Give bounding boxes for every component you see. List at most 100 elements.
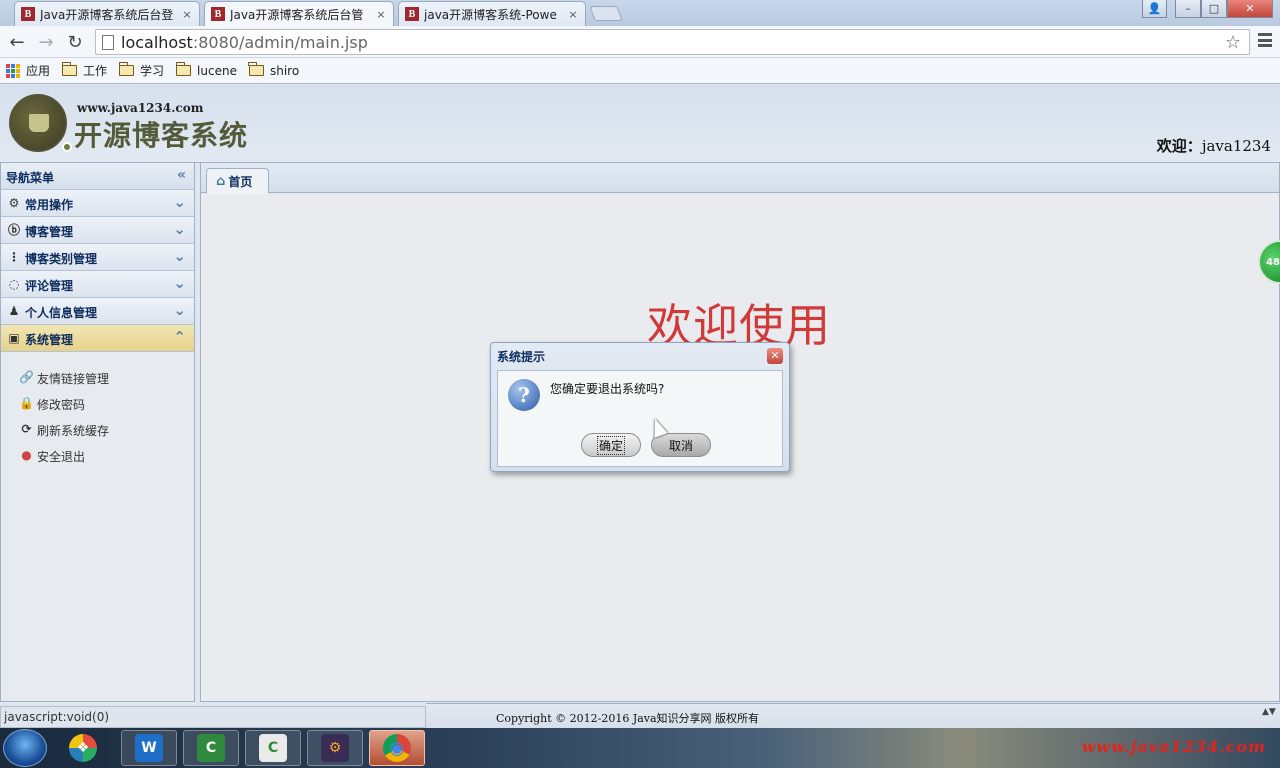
blog-favicon-icon: B <box>405 7 419 21</box>
folder-icon <box>175 62 192 76</box>
taskbar-wps-writer[interactable]: W <box>121 730 177 766</box>
tab-home[interactable]: ⌂ 首页 <box>206 168 269 194</box>
address-host: localhost <box>121 32 193 52</box>
chevron-down-icon: ⌄ <box>173 301 186 319</box>
bookmark-star-icon[interactable]: ☆ <box>1225 32 1241 53</box>
camtasia-icon: C <box>197 734 225 762</box>
forward-button[interactable]: → <box>35 31 57 53</box>
menu-item-refresh-cache[interactable]: ⟳ 刷新系统缓存 <box>1 417 194 443</box>
address-bar[interactable]: localhost:8080/admin/main.jsp ☆ <box>95 29 1250 55</box>
start-orb-icon[interactable] <box>3 729 47 767</box>
menu-item-change-password[interactable]: 🔒 修改密码 <box>1 391 194 417</box>
apps-grid-icon <box>6 63 20 78</box>
wps-writer-icon: W <box>135 734 163 762</box>
menu-item-label: 友情链接管理 <box>37 371 110 386</box>
nav-section-label: 博客类别管理 <box>25 252 98 266</box>
bookmark-apps[interactable]: 应用 <box>6 62 50 79</box>
tab-close-icon[interactable]: × <box>375 8 387 21</box>
close-window-button[interactable]: ✕ <box>1227 0 1273 18</box>
dialog-message: 您确定要退出系统吗? <box>550 382 665 396</box>
nav-title: 导航菜单 « <box>1 163 194 190</box>
confirm-label: 确定 <box>596 435 625 455</box>
tab-close-icon[interactable]: × <box>567 8 579 21</box>
taskbar-window-switcher[interactable]: ❖ <box>55 730 111 766</box>
copyright-text: Copyright © 2012-2016 Java知识分享网 版权所有 <box>496 712 760 725</box>
dialog-close-icon[interactable]: ✕ <box>767 348 783 364</box>
nav-section-label: 系统管理 <box>25 333 74 347</box>
gear-icon: ⚙ <box>8 196 20 210</box>
bookmark-folder-work[interactable]: 工作 <box>61 62 107 79</box>
maximize-button[interactable]: □ <box>1201 0 1227 18</box>
system-submenu: 🔗 友情链接管理 🔒 修改密码 ⟳ 刷新系统缓存 ● 安全退出 <box>1 352 194 469</box>
javaee-ide-icon: ⚙ <box>321 734 349 762</box>
camtasia-player-icon: C <box>259 734 287 762</box>
user-icon: ♟ <box>8 304 20 318</box>
nav-section-label: 评论管理 <box>25 279 74 293</box>
menu-item-label: 修改密码 <box>37 397 86 412</box>
nav-title-label: 导航菜单 <box>6 171 55 185</box>
nav-section-system[interactable]: ▣ 系统管理 ⌃ <box>1 325 194 352</box>
content-tabs: ⌂ 首页 <box>201 163 1279 194</box>
chevron-down-icon: ⌄ <box>173 247 186 265</box>
comment-icon: ◌ <box>8 277 20 291</box>
link-icon: 🔗 <box>19 370 34 384</box>
blog-icon: ⓑ <box>7 223 20 237</box>
nav-section-blog[interactable]: ⓑ 博客管理 ⌄ <box>1 217 194 244</box>
bookmark-label: 应用 <box>26 64 51 78</box>
reload-button[interactable]: ↻ <box>64 31 86 53</box>
nav-section-comment[interactable]: ◌ 评论管理 ⌄ <box>1 271 194 298</box>
nav-section-profile[interactable]: ♟ 个人信息管理 ⌄ <box>1 298 194 325</box>
folder-icon <box>248 62 264 76</box>
cancel-button[interactable]: 取消 <box>651 433 711 457</box>
bookmark-label: shiro <box>269 63 300 78</box>
scroll-arrows-icon[interactable]: ▲▼ <box>1262 707 1276 725</box>
taskbar: ❖ W C C ⚙ ◉ www.java1234.com <box>0 728 1280 768</box>
menu-item-label: 刷新系统缓存 <box>37 423 110 438</box>
nav-section-label: 博客管理 <box>25 225 74 239</box>
bookmark-label: lucene <box>197 63 237 78</box>
bookmarks-bar: 应用 工作 学习 lucene shiro <box>0 58 1280 84</box>
user-icon[interactable]: 👤 <box>1142 0 1167 18</box>
chevron-up-icon: ⌃ <box>173 328 186 346</box>
username: java1234 <box>1201 137 1271 155</box>
bookmark-folder-study[interactable]: 学习 <box>118 62 165 79</box>
menu-item-logout[interactable]: ● 安全退出 <box>1 443 194 469</box>
system-icon: ▣ <box>8 331 20 345</box>
nav-section-common[interactable]: ⚙ 常用操作 ⌄ <box>1 190 194 217</box>
minimize-button[interactable]: – <box>1175 0 1201 18</box>
confirm-button[interactable]: 确定 <box>581 433 641 457</box>
back-button[interactable]: ← <box>6 31 28 53</box>
site-url: www.java1234.com <box>77 101 204 115</box>
dialog-title: 系统提示 <box>497 350 546 364</box>
dialog-body: ? 您确定要退出系统吗? 确定 取消 <box>497 370 783 467</box>
taskbar-camtasia-player[interactable]: C <box>245 730 301 766</box>
bookmark-label: 学习 <box>140 64 165 78</box>
taskbar-chrome[interactable]: ◉ <box>369 730 425 766</box>
bookmark-folder-lucene[interactable]: lucene <box>175 62 237 78</box>
taskbar-camtasia[interactable]: C <box>183 730 239 766</box>
blog-favicon-icon: B <box>21 7 35 21</box>
chevron-down-icon: ⌄ <box>173 274 186 292</box>
new-tab-button[interactable] <box>589 6 623 21</box>
browser-tab-admin[interactable]: B Java开源博客系统后台管 × <box>204 1 394 26</box>
menu-item-links[interactable]: 🔗 友情链接管理 <box>1 365 194 391</box>
tab-close-icon[interactable]: × <box>181 8 193 21</box>
site-title: 开源博客系统 <box>74 119 249 152</box>
welcome-user: 欢迎：java1234 <box>1157 135 1271 156</box>
nav-section-label: 常用操作 <box>25 198 74 212</box>
collapse-panel-icon[interactable]: « <box>177 167 186 183</box>
bookmark-folder-shiro[interactable]: shiro <box>248 62 300 78</box>
logo-cup-icon <box>9 94 67 152</box>
tab-label: Java开源博客系统后台管 <box>230 7 364 22</box>
browser-tab-homepage[interactable]: B java开源博客系统-Powe × <box>398 1 586 26</box>
browser-tab-login[interactable]: B Java开源博客系统后台登 × <box>14 1 200 26</box>
tree-icon: ⋮ <box>8 250 20 264</box>
browser-menu-icon[interactable] <box>1258 33 1272 47</box>
taskbar-javaee-ide[interactable]: ⚙ <box>307 730 363 766</box>
question-icon: ? <box>508 379 540 411</box>
cancel-label: 取消 <box>668 438 693 453</box>
nav-section-blog-type[interactable]: ⋮ 博客类别管理 ⌄ <box>1 244 194 271</box>
welcome-label: 欢迎： <box>1156 137 1202 155</box>
window-switcher-icon: ❖ <box>69 734 97 762</box>
page-icon <box>102 34 114 50</box>
